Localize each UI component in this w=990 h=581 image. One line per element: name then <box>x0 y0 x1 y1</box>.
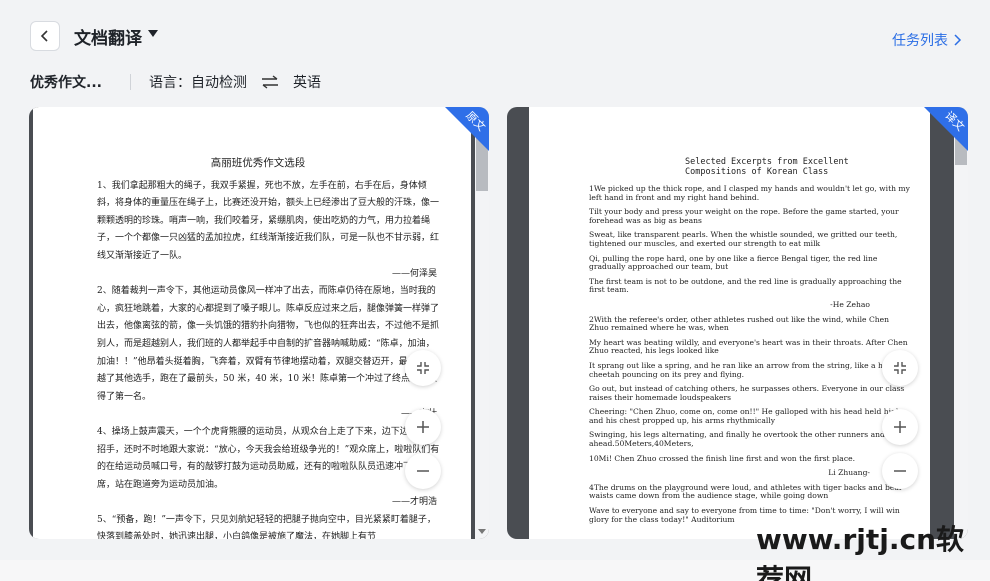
chevron-left-icon <box>40 30 48 42</box>
language-label: 语言： <box>148 75 191 91</box>
swap-arrows-icon[interactable] <box>261 75 279 89</box>
translated-paragraph: 2With the referee's order, other athlete… <box>589 314 890 333</box>
translated-scrollbar[interactable] <box>954 107 968 539</box>
minus-icon <box>894 470 906 472</box>
original-scrollbar[interactable] <box>475 107 489 539</box>
original-author-signature: ——才明浩 <box>391 497 437 508</box>
caret-down-icon[interactable] <box>148 30 158 38</box>
translated-paragraph: My heart was beating wildly, and everyon… <box>589 337 908 356</box>
translated-paragraph: 1We picked up the thick rope, and I clas… <box>589 184 910 202</box>
original-paragraph: 2、随着裁判一声令下，其他运动员像风一样冲了出去，而陈卓仍待在原地，当时我的心，… <box>97 286 440 402</box>
translated-title: Selected Excerpts from Excellent Composi… <box>685 157 849 177</box>
source-language-select[interactable]: 自动检测 <box>191 72 247 92</box>
document-info-bar: 优秀作文... 语言： 自动检测 英语 <box>30 72 321 92</box>
original-author-signature: ——李壮 <box>97 406 443 424</box>
translated-paragraph: 10Mi! Chen Zhuo crossed the finish line … <box>589 453 855 463</box>
minus-icon <box>417 470 429 472</box>
chevron-right-icon <box>954 34 962 46</box>
task-list-label: 任务列表 <box>892 33 948 49</box>
target-language-select[interactable]: 英语 <box>293 72 321 92</box>
translated-paragraph: Swinging, his legs alternating, and fina… <box>589 430 901 449</box>
fit-page-button[interactable] <box>405 350 441 386</box>
translated-text: Selected Excerpts from Excellent Composi… <box>529 107 930 524</box>
plus-icon <box>417 421 429 433</box>
scroll-down-arrow-icon[interactable] <box>478 529 486 535</box>
translated-author-signature: Li Zhuang- <box>828 468 870 478</box>
zoom-out-button[interactable] <box>882 453 918 489</box>
zoom-in-button[interactable] <box>405 409 441 445</box>
original-author-signature: ——何泽昊 <box>391 268 437 279</box>
translated-paragraph: 4The drums on the playground were loud, … <box>589 482 903 501</box>
divider <box>129 74 131 90</box>
fit-page-button[interactable] <box>882 350 918 386</box>
back-button[interactable] <box>30 21 60 51</box>
translated-paragraph: Sweat, like transparent pearls. When the… <box>589 230 898 248</box>
zoom-in-button[interactable] <box>882 409 918 445</box>
original-title: 高丽班优秀作文选段 <box>210 157 306 169</box>
translated-paragraph: The first team is not to be outdone, and… <box>589 276 902 295</box>
page-title: 文档翻译 <box>74 29 142 49</box>
document-name: 优秀作文... <box>30 75 102 91</box>
translated-paragraph: It sprang out like a spring, and he ran … <box>589 360 906 379</box>
plus-icon <box>894 421 906 433</box>
translated-badge: 译文 <box>908 107 968 167</box>
translated-paragraph: Tilt your body and press your weight on … <box>589 207 899 225</box>
original-paragraph: 5、“预备，跑！”一声令下，只见刘航妃轻轻的把腿子抛向空中，目光紧紧盯着腿子，快… <box>97 514 436 539</box>
original-paragraph: 4、操场上鼓声震天，一个个虎背熊腰的运动员，从观众台上走了下来，边下边冲大家招手… <box>97 426 440 490</box>
original-badge: 原文 <box>429 107 489 167</box>
translated-author-signature: -He Zehao <box>830 299 870 309</box>
task-list-link[interactable]: 任务列表 <box>892 30 962 50</box>
translated-page: Selected Excerpts from Excellent Composi… <box>529 107 930 539</box>
original-paragraph: 1、我们拿起那粗大的绳子，我双手紧握，死也不放，左手在前，右手在后，身体倾斜，将… <box>97 180 440 261</box>
header: 文档翻译 任务列表 <box>0 0 990 60</box>
translated-paragraph: Go out, but instead of catching others, … <box>589 384 905 402</box>
collapse-arrows-icon <box>417 362 429 374</box>
collapse-arrows-icon <box>894 362 906 374</box>
zoom-out-button[interactable] <box>405 453 441 489</box>
translated-paragraph: Cheering: "Chen Zhuo, come on, come on!!… <box>589 407 901 425</box>
translated-paragraph: Qi, pulling the rope hard, one by one li… <box>589 253 878 272</box>
site-watermark: www.rjtj.cn软荐网 <box>756 523 965 581</box>
